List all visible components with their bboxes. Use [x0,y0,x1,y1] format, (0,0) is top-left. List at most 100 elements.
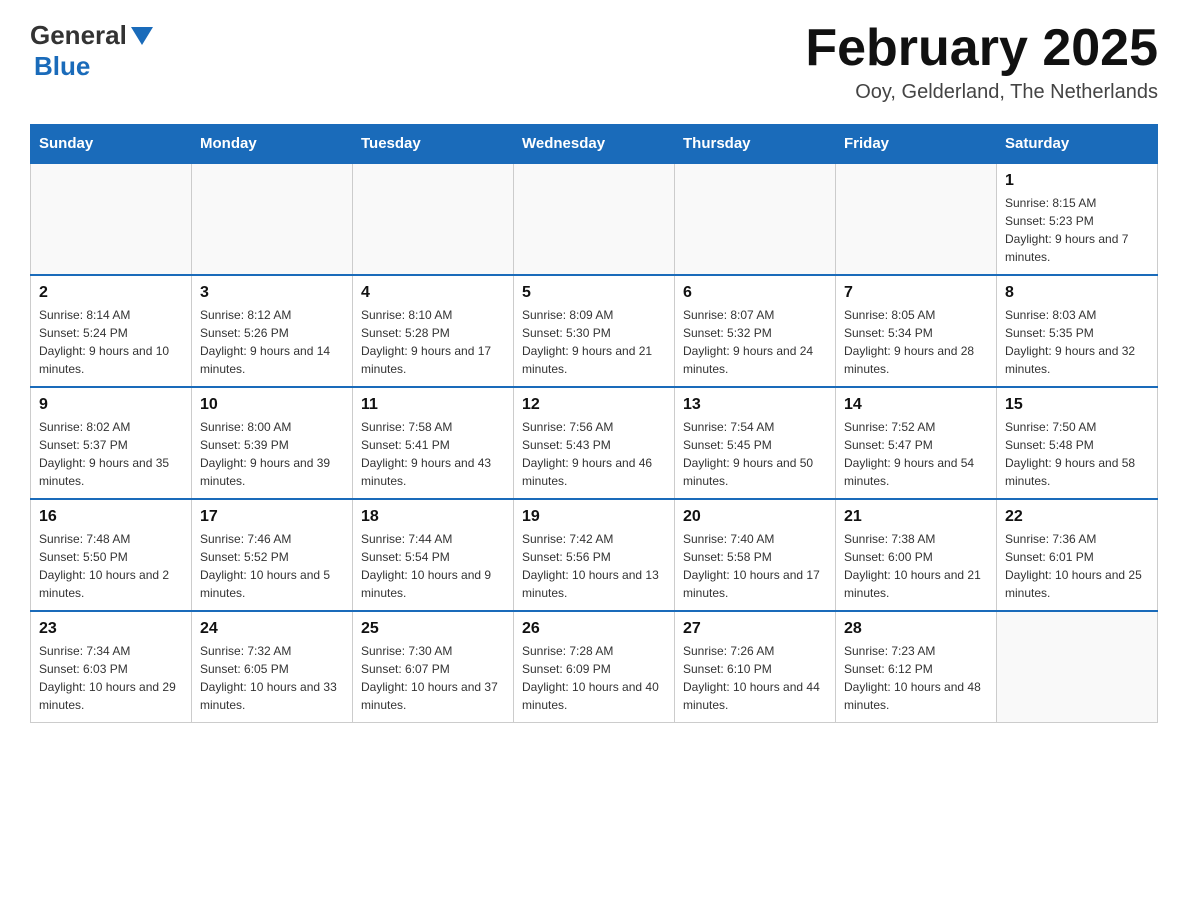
calendar-cell: 25 Sunrise: 7:30 AMSunset: 6:07 PMDayligh… [353,611,514,723]
day-number: 16 [39,508,183,526]
day-info: Sunrise: 8:03 AMSunset: 5:35 PMDaylight:… [1005,306,1149,378]
col-monday: Monday [192,125,353,164]
col-tuesday: Tuesday [353,125,514,164]
calendar-week-row: 9Sunrise: 8:02 AMSunset: 5:37 PMDaylight… [31,387,1158,499]
day-info: Sunrise: 7:42 AMSunset: 5:56 PMDaylight:… [522,530,666,602]
day-info: Sunrise: 7:23 AMSunset: 6:12 PMDaylight:… [844,642,988,714]
day-info: Sunrise: 8:07 AMSunset: 5:32 PMDaylight:… [683,306,827,378]
day-number: 24 [200,620,344,638]
day-number: 11 [361,396,505,414]
calendar-cell: 3Sunrise: 8:12 AMSunset: 5:26 PMDaylight… [192,275,353,387]
day-number: 25 [361,620,505,638]
calendar-cell: 18 Sunrise: 7:44 AMSunset: 5:54 PMDayligh… [353,499,514,611]
calendar-cell: 20 Sunrise: 7:40 AMSunset: 5:58 PMDayligh… [675,499,836,611]
day-number: 23 [39,620,183,638]
calendar-cell: 17 Sunrise: 7:46 AMSunset: 5:52 PMDayligh… [192,499,353,611]
calendar-cell: 27 Sunrise: 7:26 AMSunset: 6:10 PMDayligh… [675,611,836,723]
day-number: 28 [844,620,988,638]
day-number: 26 [522,620,666,638]
page-header: General Blue February 2025 Ooy, Gelderla… [30,20,1158,104]
day-number: 8 [1005,284,1149,302]
day-info: Sunrise: 7:58 AMSunset: 5:41 PMDaylight:… [361,418,505,490]
day-info: Sunrise: 8:05 AMSunset: 5:34 PMDaylight:… [844,306,988,378]
day-number: 17 [200,508,344,526]
day-info: Sunrise: 7:52 AMSunset: 5:47 PMDaylight:… [844,418,988,490]
day-number: 5 [522,284,666,302]
calendar-header-row: Sunday Monday Tuesday Wednesday Thursday… [31,125,1158,164]
day-number: 2 [39,284,183,302]
calendar-cell: 9Sunrise: 8:02 AMSunset: 5:37 PMDaylight… [31,387,192,499]
day-info: Sunrise: 8:14 AMSunset: 5:24 PMDaylight:… [39,306,183,378]
calendar-cell [997,611,1158,723]
day-info: Sunrise: 8:10 AMSunset: 5:28 PMDaylight:… [361,306,505,378]
day-info: Sunrise: 7:38 AMSunset: 6:00 PMDaylight:… [844,530,988,602]
day-info: Sunrise: 7:30 AMSunset: 6:07 PMDaylight:… [361,642,505,714]
day-number: 6 [683,284,827,302]
calendar-week-row: 23 Sunrise: 7:34 AMSunset: 6:03 PMDayligh… [31,611,1158,723]
col-friday: Friday [836,125,997,164]
day-info: Sunrise: 7:34 AMSunset: 6:03 PMDaylight:… [39,642,183,714]
day-number: 22 [1005,508,1149,526]
day-info: Sunrise: 7:44 AMSunset: 5:54 PMDaylight:… [361,530,505,602]
calendar-cell [353,163,514,275]
day-number: 14 [844,396,988,414]
calendar-title: February 2025 [805,20,1158,77]
day-number: 10 [200,396,344,414]
col-saturday: Saturday [997,125,1158,164]
title-block: February 2025 Ooy, Gelderland, The Nethe… [805,20,1158,104]
day-number: 7 [844,284,988,302]
col-sunday: Sunday [31,125,192,164]
col-thursday: Thursday [675,125,836,164]
day-info: Sunrise: 7:26 AMSunset: 6:10 PMDaylight:… [683,642,827,714]
day-info: Sunrise: 7:50 AMSunset: 5:48 PMDaylight:… [1005,418,1149,490]
calendar-week-row: 16 Sunrise: 7:48 AMSunset: 5:50 PMDayligh… [31,499,1158,611]
day-number: 27 [683,620,827,638]
calendar-cell: 19 Sunrise: 7:42 AMSunset: 5:56 PMDayligh… [514,499,675,611]
calendar-cell: 14 Sunrise: 7:52 AMSunset: 5:47 PMDayligh… [836,387,997,499]
calendar-cell: 2 Sunrise: 8:14 AMSunset: 5:24 PMDaylight… [31,275,192,387]
day-number: 18 [361,508,505,526]
day-number: 19 [522,508,666,526]
calendar-cell: 5 Sunrise: 8:09 AMSunset: 5:30 PMDaylight… [514,275,675,387]
calendar-cell: 8 Sunrise: 8:03 AMSunset: 5:35 PMDaylight… [997,275,1158,387]
calendar-cell: 7 Sunrise: 8:05 AMSunset: 5:34 PMDaylight… [836,275,997,387]
calendar-cell [675,163,836,275]
calendar-subtitle: Ooy, Gelderland, The Netherlands [805,81,1158,104]
logo-general-text: General [30,20,127,51]
calendar-cell: 10 Sunrise: 8:00 AMSunset: 5:39 PMDayligh… [192,387,353,499]
calendar-cell [31,163,192,275]
day-info: Sunrise: 8:02 AMSunset: 5:37 PMDaylight:… [39,418,183,490]
calendar-body: 1 Sunrise: 8:15 AMSunset: 5:23 PMDaylight… [31,163,1158,723]
calendar-cell [514,163,675,275]
calendar-table: Sunday Monday Tuesday Wednesday Thursday… [30,124,1158,723]
day-number: 20 [683,508,827,526]
calendar-cell: 13Sunrise: 7:54 AMSunset: 5:45 PMDayligh… [675,387,836,499]
day-info: Sunrise: 8:15 AMSunset: 5:23 PMDaylight:… [1005,194,1149,266]
calendar-cell: 26 Sunrise: 7:28 AMSunset: 6:09 PMDayligh… [514,611,675,723]
day-info: Sunrise: 7:48 AMSunset: 5:50 PMDaylight:… [39,530,183,602]
day-number: 12 [522,396,666,414]
day-info: Sunrise: 7:56 AMSunset: 5:43 PMDaylight:… [522,418,666,490]
day-info: Sunrise: 7:32 AMSunset: 6:05 PMDaylight:… [200,642,344,714]
calendar-cell [192,163,353,275]
day-info: Sunrise: 7:28 AMSunset: 6:09 PMDaylight:… [522,642,666,714]
calendar-cell: 16 Sunrise: 7:48 AMSunset: 5:50 PMDayligh… [31,499,192,611]
day-info: Sunrise: 8:12 AMSunset: 5:26 PMDaylight:… [200,306,344,378]
calendar-cell: 12 Sunrise: 7:56 AMSunset: 5:43 PMDayligh… [514,387,675,499]
calendar-cell: 28 Sunrise: 7:23 AMSunset: 6:12 PMDayligh… [836,611,997,723]
day-number: 1 [1005,172,1149,190]
day-info: Sunrise: 8:09 AMSunset: 5:30 PMDaylight:… [522,306,666,378]
calendar-cell [836,163,997,275]
day-number: 4 [361,284,505,302]
calendar-cell: 24 Sunrise: 7:32 AMSunset: 6:05 PMDayligh… [192,611,353,723]
day-number: 13 [683,396,827,414]
calendar-cell: 21Sunrise: 7:38 AMSunset: 6:00 PMDayligh… [836,499,997,611]
calendar-cell: 1 Sunrise: 8:15 AMSunset: 5:23 PMDaylight… [997,163,1158,275]
day-info: Sunrise: 8:00 AMSunset: 5:39 PMDaylight:… [200,418,344,490]
day-info: Sunrise: 7:40 AMSunset: 5:58 PMDaylight:… [683,530,827,602]
calendar-cell: 15Sunrise: 7:50 AMSunset: 5:48 PMDayligh… [997,387,1158,499]
calendar-cell: 6 Sunrise: 8:07 AMSunset: 5:32 PMDaylight… [675,275,836,387]
calendar-week-row: 1 Sunrise: 8:15 AMSunset: 5:23 PMDaylight… [31,163,1158,275]
day-info: Sunrise: 7:46 AMSunset: 5:52 PMDaylight:… [200,530,344,602]
logo-triangle-icon [131,27,153,45]
